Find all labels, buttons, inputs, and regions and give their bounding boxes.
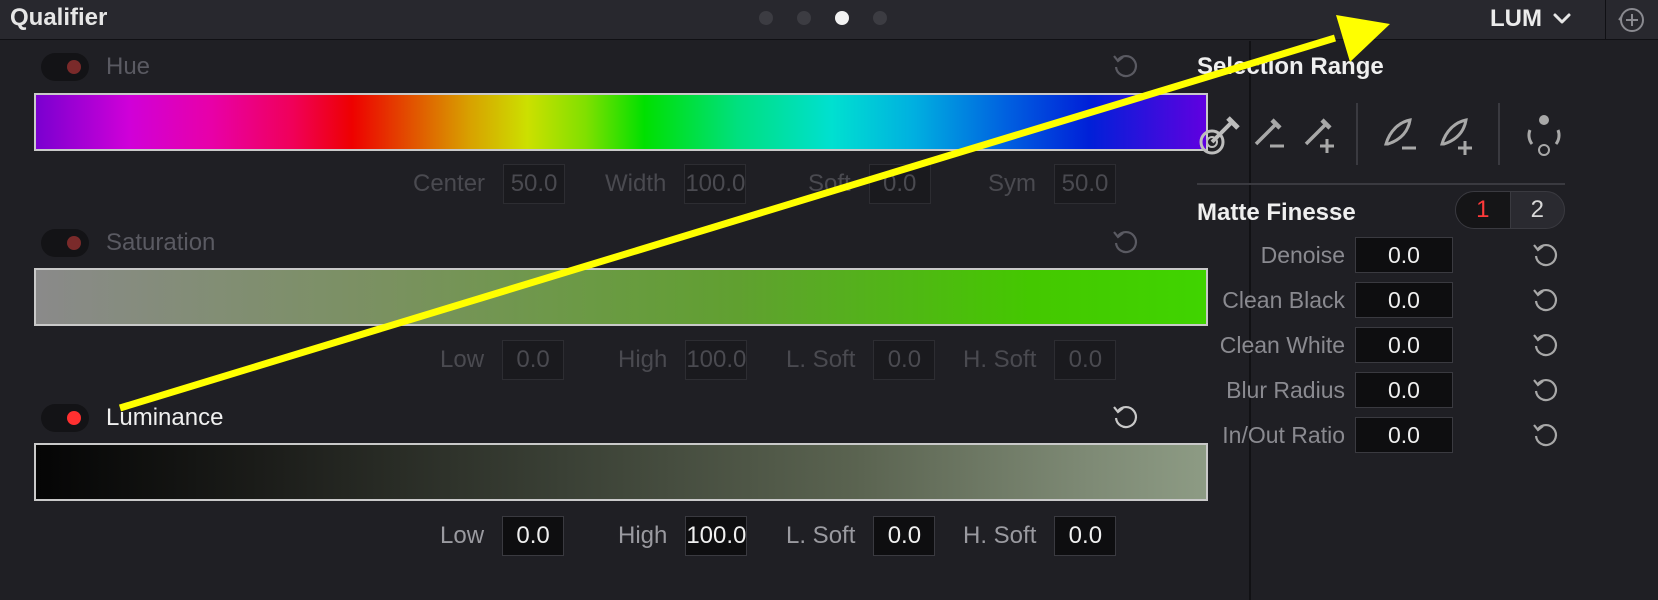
selection-range-title: Selection Range	[1197, 53, 1384, 80]
page-dot-4[interactable]	[873, 11, 887, 25]
saturation-label: Saturation	[106, 229, 216, 256]
toggle-knob	[67, 236, 81, 250]
hue-sym-param: Sym 50.0	[988, 164, 1116, 204]
page-dots	[759, 11, 887, 25]
clean-white-row: Clean White 0.0	[1195, 327, 1558, 363]
hue-soft-param: Soft 0.0	[808, 164, 931, 204]
saturation-high-field[interactable]: 100.0	[685, 340, 748, 380]
saturation-lsoft-label: L. Soft	[786, 346, 856, 373]
saturation-reset-icon[interactable]	[1111, 227, 1141, 257]
blur-radius-reset-icon[interactable]	[1531, 375, 1561, 405]
clean-white-label: Clean White	[1219, 331, 1345, 358]
matte-finesse-tabs: 1 2	[1455, 191, 1565, 229]
hue-label: Hue	[106, 53, 151, 80]
hue-enable-toggle[interactable]	[41, 53, 89, 81]
tool-divider	[1356, 103, 1358, 165]
in-out-ratio-field[interactable]: 0.0	[1355, 417, 1453, 453]
hue-reset-icon[interactable]	[1111, 51, 1141, 81]
matte-finesse-title: Matte Finesse	[1197, 199, 1356, 226]
denoise-label: Denoise	[1260, 241, 1345, 268]
qualifier-header: Qualifier LUM	[0, 0, 1658, 40]
hue-width-field[interactable]: 100.0	[684, 164, 747, 204]
clean-black-field[interactable]: 0.0	[1355, 282, 1453, 318]
matte-tab-1[interactable]: 1	[1456, 192, 1510, 228]
feather-minus-icon[interactable]	[1380, 110, 1428, 158]
in-out-ratio-label: In/Out Ratio	[1222, 421, 1345, 448]
hue-sym-label: Sym	[988, 170, 1036, 197]
denoise-row: Denoise 0.0	[1195, 237, 1558, 273]
page-dot-3[interactable]	[835, 11, 849, 25]
feather-plus-icon[interactable]	[1436, 110, 1484, 158]
clean-black-reset-icon[interactable]	[1531, 285, 1561, 315]
saturation-range-bar[interactable]	[34, 268, 1208, 326]
saturation-lsoft-param: L. Soft 0.0	[786, 340, 936, 380]
luminance-enable-toggle[interactable]	[41, 404, 89, 432]
clean-black-row: Clean Black 0.0	[1195, 282, 1558, 318]
luminance-range-bar[interactable]	[34, 443, 1208, 501]
saturation-enable-toggle[interactable]	[41, 229, 89, 257]
saturation-hsoft-field[interactable]: 0.0	[1054, 340, 1117, 380]
section-divider	[1197, 183, 1565, 185]
page-dot-2[interactable]	[797, 11, 811, 25]
saturation-low-label: Low	[440, 346, 485, 373]
luminance-high-param: High 100.0	[618, 516, 748, 556]
luminance-high-field[interactable]: 100.0	[685, 516, 748, 556]
saturation-hsoft-label: H. Soft	[963, 346, 1037, 373]
luminance-lsoft-param: L. Soft 0.0	[786, 516, 936, 556]
saturation-high-label: High	[618, 346, 668, 373]
luminance-lsoft-field[interactable]: 0.0	[873, 516, 936, 556]
tool-divider	[1498, 103, 1500, 165]
qualifier-mode-dropdown[interactable]: LUM	[1490, 2, 1572, 36]
hue-sym-field[interactable]: 50.0	[1054, 164, 1116, 204]
blur-radius-field[interactable]: 0.0	[1355, 372, 1453, 408]
picker-plus-icon[interactable]	[1300, 110, 1348, 158]
denoise-reset-icon[interactable]	[1531, 240, 1561, 270]
hue-width-param: Width 100.0	[605, 164, 747, 204]
luminance-low-param: Low 0.0	[440, 516, 565, 556]
luminance-label: Luminance	[106, 404, 224, 431]
clean-white-field[interactable]: 0.0	[1355, 327, 1453, 363]
toggle-knob	[67, 60, 81, 74]
denoise-field[interactable]: 0.0	[1355, 237, 1453, 273]
clean-black-label: Clean Black	[1222, 286, 1345, 313]
luminance-hsoft-param: H. Soft 0.0	[963, 516, 1117, 556]
invert-icon[interactable]	[1520, 110, 1568, 158]
picker-minus-icon[interactable]	[1250, 110, 1298, 158]
blur-radius-label: Blur Radius	[1226, 376, 1345, 403]
saturation-low-field[interactable]: 0.0	[502, 340, 565, 380]
page-dot-1[interactable]	[759, 11, 773, 25]
qualifier-mode-value: LUM	[1490, 5, 1542, 32]
hue-center-param: Center 50.0	[413, 164, 566, 204]
hue-center-label: Center	[413, 170, 486, 197]
luminance-high-label: High	[618, 522, 668, 549]
luminance-low-label: Low	[440, 522, 485, 549]
hue-soft-field[interactable]: 0.0	[868, 164, 931, 204]
saturation-hsoft-param: H. Soft 0.0	[963, 340, 1117, 380]
clean-white-reset-icon[interactable]	[1531, 330, 1561, 360]
blur-radius-row: Blur Radius 0.0	[1195, 372, 1558, 408]
panel-title: Qualifier	[10, 4, 108, 31]
hue-range-bar[interactable]	[34, 93, 1208, 151]
hue-center-field[interactable]: 50.0	[503, 164, 566, 204]
in-out-ratio-row: In/Out Ratio 0.0	[1195, 417, 1558, 453]
header-divider	[1605, 0, 1606, 40]
in-out-ratio-reset-icon[interactable]	[1531, 420, 1561, 450]
toggle-knob	[67, 411, 81, 425]
matte-tab-2[interactable]: 2	[1509, 192, 1565, 228]
saturation-low-param: Low 0.0	[440, 340, 565, 380]
luminance-hsoft-field[interactable]: 0.0	[1054, 516, 1117, 556]
saturation-high-param: High 100.0	[618, 340, 748, 380]
picker-icon[interactable]	[1198, 110, 1246, 158]
saturation-lsoft-field[interactable]: 0.0	[873, 340, 936, 380]
luminance-hsoft-label: H. Soft	[963, 522, 1037, 549]
add-qualifier-icon[interactable]	[1618, 6, 1646, 34]
luminance-low-field[interactable]: 0.0	[502, 516, 565, 556]
chevron-down-icon	[1553, 13, 1571, 24]
hue-soft-label: Soft	[808, 170, 851, 197]
hue-width-label: Width	[605, 170, 667, 197]
luminance-reset-icon[interactable]	[1111, 402, 1141, 432]
luminance-lsoft-label: L. Soft	[786, 522, 856, 549]
